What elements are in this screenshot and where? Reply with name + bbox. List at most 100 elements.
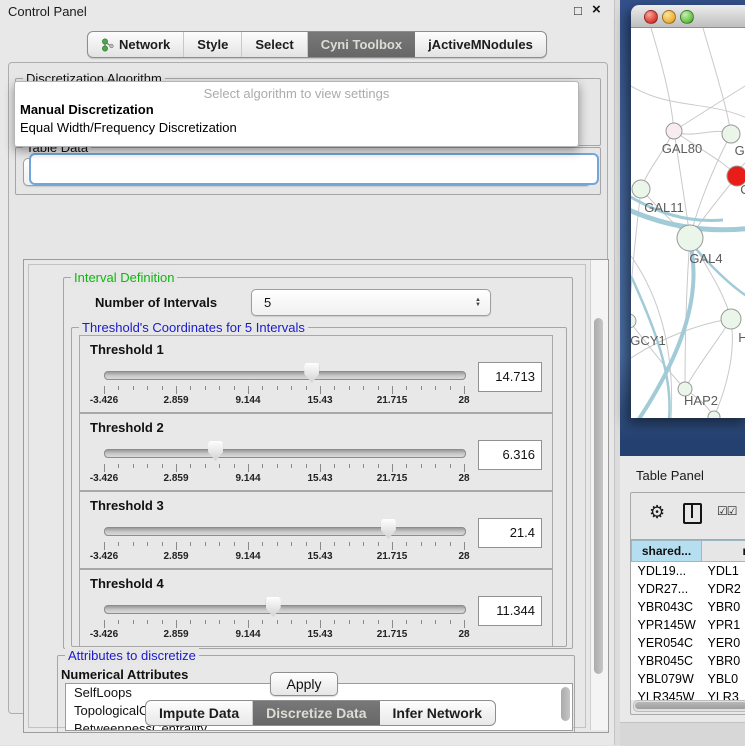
threshold-slider-thumb[interactable] — [304, 363, 319, 383]
settings-scroll-pane: Interval Definition Number of Intervals … — [23, 259, 609, 733]
tick-mark — [349, 464, 350, 468]
tick-mark — [162, 464, 163, 468]
checked-box-icon[interactable]: ☑☑ — [717, 504, 737, 518]
minimize-traffic-light-icon[interactable] — [662, 10, 676, 24]
threshold-slider-thumb[interactable] — [208, 441, 223, 461]
table-cell[interactable]: YPR1 — [702, 616, 745, 634]
network-graph-canvas[interactable]: GAL80GACGAL11GAL4GCY1HHAP2 — [631, 28, 745, 418]
network-node[interactable] — [632, 180, 650, 198]
table-row[interactable]: YLR345WYLR3 — [632, 688, 745, 700]
tick-mark — [349, 386, 350, 390]
bottom-tab-discretize-data[interactable]: Discretize Data — [253, 701, 379, 725]
tick-mark — [334, 542, 335, 546]
table-cell[interactable]: YDR2 — [702, 580, 745, 598]
table-row[interactable]: YER054CYER0 — [632, 634, 745, 652]
algorithm-option-1[interactable]: Manual Discretization — [19, 102, 574, 119]
threshold-slider-thumb[interactable] — [381, 519, 396, 539]
algorithm-option-2[interactable]: Equal Width/Frequency Discretization — [19, 120, 574, 137]
threshold-4-box: Threshold 4-3.4262.8599.14415.4321.71528… — [79, 569, 553, 647]
threshold-slider-track[interactable] — [104, 605, 466, 614]
network-node[interactable] — [708, 411, 720, 418]
table-row[interactable]: YDL19...YDL1 — [632, 562, 745, 581]
settings-vertical-scrollbar[interactable] — [590, 260, 608, 730]
table-cell[interactable]: YDL19... — [632, 562, 702, 581]
tick-mark — [234, 464, 235, 468]
network-node[interactable] — [666, 123, 682, 139]
threshold-value-field[interactable]: 11.344 — [478, 596, 542, 626]
table-cell[interactable]: YLR345W — [632, 688, 702, 700]
threshold-slider-track[interactable] — [104, 449, 466, 458]
table-cell[interactable]: YBR0 — [702, 598, 745, 616]
tick-mark — [133, 542, 134, 546]
tick-mark — [435, 464, 436, 468]
axis-tick-label: 21.715 — [362, 629, 422, 640]
table-hscrollbar-thumb[interactable] — [635, 702, 745, 709]
threshold-slider-thumb[interactable] — [266, 597, 281, 617]
table-row[interactable]: YBR045CYBR0 — [632, 652, 745, 670]
network-node[interactable] — [677, 225, 703, 251]
tab-cyni-toolbox[interactable]: Cyni Toolbox — [308, 32, 415, 57]
table-column-header[interactable]: na — [702, 541, 745, 562]
table-row[interactable]: YDR27...YDR2 — [632, 580, 745, 598]
table-cell[interactable]: YBL079W — [632, 670, 702, 688]
table-cell[interactable]: YLR3 — [702, 688, 745, 700]
apply-button[interactable]: Apply — [270, 672, 338, 696]
settings-scrollbar-thumb[interactable] — [594, 318, 603, 674]
tab-select[interactable]: Select — [242, 32, 307, 57]
bottom-tab-bar: Impute DataDiscretize DataInfer Network — [145, 700, 496, 726]
node-attribute-table[interactable]: shared...naYDL19...YDL1YDR27...YDR2YBR04… — [631, 539, 745, 700]
network-node[interactable] — [722, 125, 740, 143]
axis-tick-label: 9.144 — [218, 473, 278, 484]
table-cell[interactable]: YBR045C — [632, 652, 702, 670]
tick-mark — [118, 464, 119, 468]
tick-mark — [363, 386, 364, 390]
tab-jactivemnodules[interactable]: jActiveMNodules — [415, 32, 546, 57]
threshold-slider-track[interactable] — [104, 527, 466, 536]
table-cell[interactable]: YER054C — [632, 634, 702, 652]
control-panel-tab-bar: NetworkStyleSelectCyni ToolboxjActiveMNo… — [87, 31, 547, 58]
gear-icon[interactable]: ⚙ — [649, 502, 665, 523]
float-window-icon[interactable]: □ — [574, 3, 582, 18]
table-row[interactable]: YPR145WYPR1 — [632, 616, 745, 634]
table-cell[interactable]: YBR043C — [632, 598, 702, 616]
control-panel: Control Panel □ × NetworkStyleSelectCyni… — [0, 0, 614, 745]
tick-mark — [378, 464, 379, 468]
threshold-value-field[interactable]: 6.316 — [478, 440, 542, 470]
columns-icon[interactable] — [683, 503, 702, 524]
tab-network[interactable]: Network — [88, 32, 184, 57]
tick-mark — [104, 620, 105, 628]
threshold-slider-track[interactable] — [104, 371, 466, 380]
attributes-list-scrollbar[interactable] — [561, 687, 570, 721]
network-node[interactable] — [631, 314, 636, 328]
table-cell[interactable]: YBR0 — [702, 652, 745, 670]
table-row[interactable]: YBR043CYBR0 — [632, 598, 745, 616]
tick-mark — [363, 620, 364, 624]
network-node-label: GAL80 — [662, 141, 702, 156]
bottom-tab-impute-data[interactable]: Impute Data — [146, 701, 253, 725]
table-cell[interactable]: YPR145W — [632, 616, 702, 634]
network-window-titlebar[interactable] — [631, 5, 745, 28]
threshold-value-field[interactable]: 21.4 — [478, 518, 542, 548]
zoom-traffic-light-icon[interactable] — [680, 10, 694, 24]
table-cell[interactable]: YBL0 — [702, 670, 745, 688]
algorithm-combobox[interactable] — [29, 153, 599, 185]
close-traffic-light-icon[interactable] — [644, 10, 658, 24]
table-horizontal-scrollbar[interactable] — [633, 700, 745, 712]
table-cell[interactable]: YDL1 — [702, 562, 745, 581]
table-column-header[interactable]: shared... — [632, 541, 702, 562]
tick-mark — [277, 464, 278, 468]
table-cell[interactable]: YER0 — [702, 634, 745, 652]
table-row[interactable]: YBL079WYBL0 — [632, 670, 745, 688]
table-cell[interactable]: YDR27... — [632, 580, 702, 598]
threshold-value-field[interactable]: 14.713 — [478, 362, 542, 392]
close-panel-icon[interactable]: × — [592, 1, 601, 18]
tick-mark — [162, 542, 163, 546]
tick-mark — [176, 464, 177, 472]
table-panel-inner: ⚙ ☑☑ shared...naYDL19...YDL1YDR27...YDR2… — [630, 492, 745, 715]
network-node[interactable] — [721, 309, 741, 329]
axis-tick-label: 15.43 — [290, 629, 350, 640]
tab-style[interactable]: Style — [184, 32, 242, 57]
axis-tick-label: 9.144 — [218, 551, 278, 562]
number-of-intervals-combobox[interactable]: 5 ▲▼ — [251, 289, 491, 316]
bottom-tab-infer-network[interactable]: Infer Network — [380, 701, 495, 725]
